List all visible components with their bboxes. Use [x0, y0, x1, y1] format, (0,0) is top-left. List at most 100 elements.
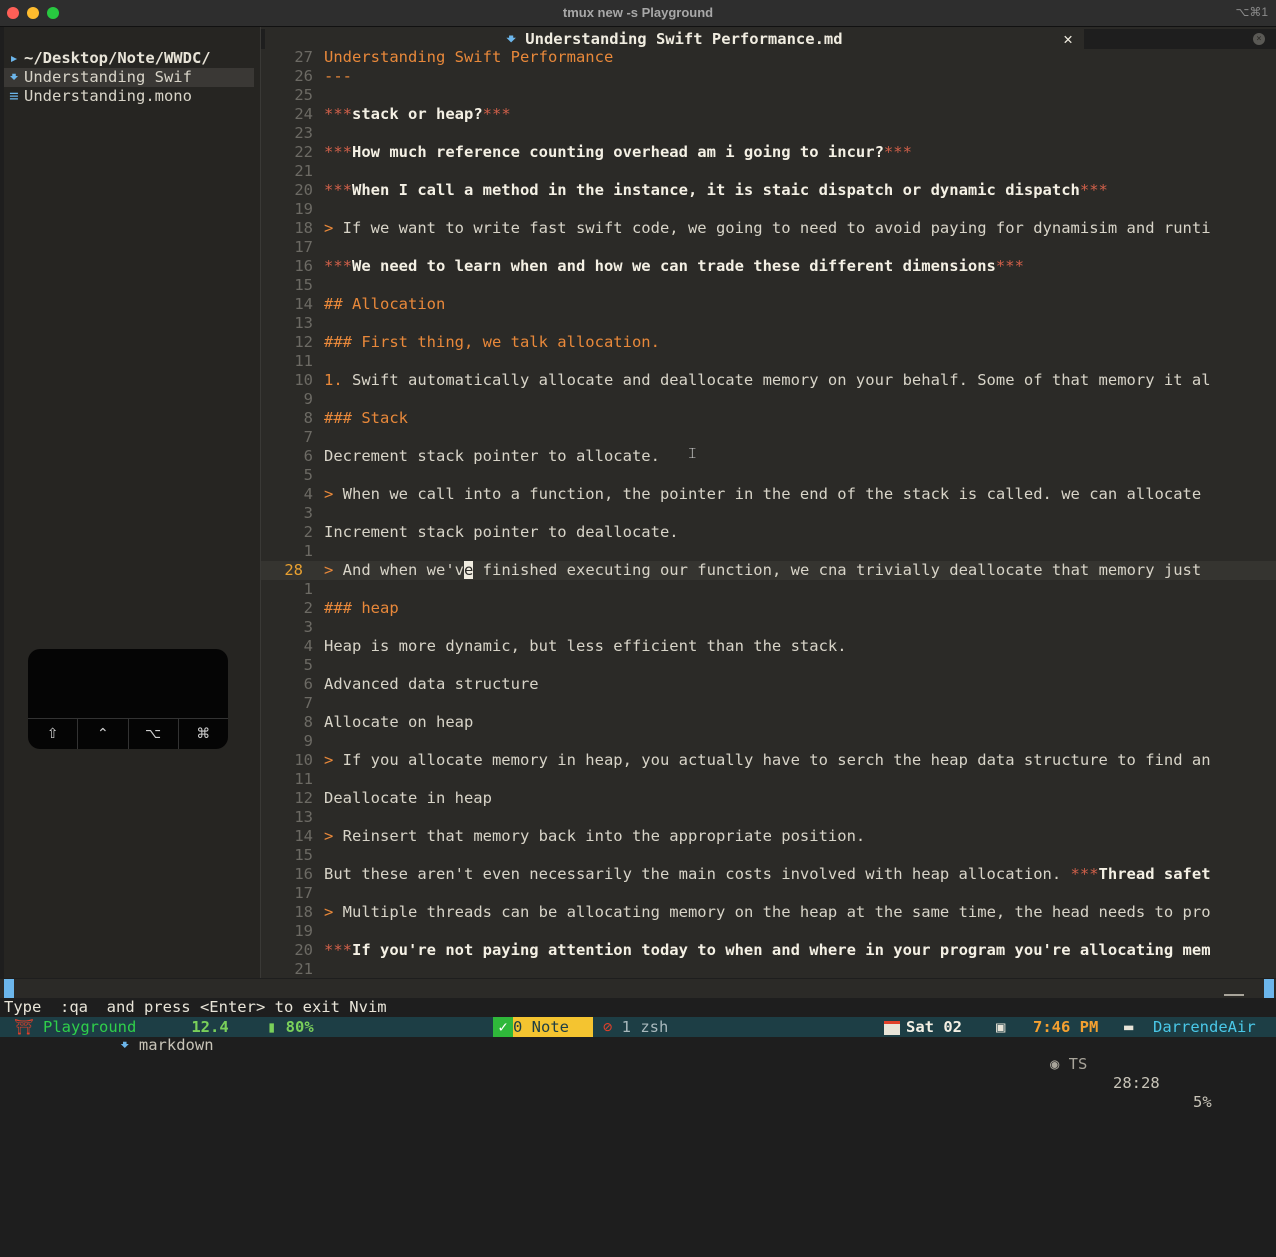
editor-line[interactable]: 19 [261, 922, 1276, 941]
line-number: 19 [294, 922, 313, 940]
line-number: 21 [294, 960, 313, 978]
editor-line[interactable]: 9 [261, 732, 1276, 751]
editor-line[interactable]: 10 1. Swift automatically allocate and de… [261, 371, 1276, 390]
line-text: Understanding Swift Performance [324, 48, 614, 66]
tree-file-item[interactable]: 🠻 Understanding Swif [4, 68, 254, 87]
line-text: > Reinsert that memory back into the app… [324, 827, 866, 845]
editor-line[interactable]: 5 [261, 466, 1276, 485]
editor-line[interactable]: 22 ***How much reference counting overhea… [261, 143, 1276, 162]
line-number: 27 [294, 48, 313, 66]
tabline-indicator-icon[interactable]: × [1253, 33, 1265, 45]
line-number: 10 [294, 371, 313, 389]
editor-line[interactable]: 1 [261, 580, 1276, 599]
editor-line[interactable]: 15 [261, 276, 1276, 295]
os-version: 12.4 [182, 1017, 228, 1037]
editor-line[interactable]: 1 [261, 542, 1276, 561]
statusline: ᚹ main 🠻 markdown ◉ TS 28:28 5% [0, 979, 1276, 1111]
option-key[interactable]: ⌥ [129, 719, 179, 749]
line-number: 14 [294, 827, 313, 845]
editor-line[interactable]: 2 Increment stack pointer to deallocate. [261, 523, 1276, 542]
line-number: 16 [294, 865, 313, 883]
editor-line[interactable]: 2 ### heap [261, 599, 1276, 618]
file-tree-sidebar: ▸ ~/Desktop/Note/WWDC/ 🠻 Understanding Swi… [4, 27, 260, 978]
battery-icon: ▮ [267, 1018, 286, 1036]
editor-line[interactable]: 5 [261, 656, 1276, 675]
editor-line[interactable]: 6 Advanced data structure [261, 675, 1276, 694]
tmux-window-label: 1 zsh [621, 1018, 669, 1036]
line-number: 19 [294, 200, 313, 218]
editor-pane[interactable]: 🠻 Understanding Swift Performance.md ✕ ×… [261, 27, 1276, 978]
editor-line[interactable]: 21 [261, 960, 1276, 978]
tree-file-item[interactable]: ≡ Understanding.mono [4, 87, 192, 106]
editor-line[interactable]: 8 Allocate on heap [261, 713, 1276, 732]
editor-line[interactable]: 9 [261, 390, 1276, 409]
line-number: 3 [303, 618, 313, 636]
editor-line[interactable]: 4 > When we call into a function, the poi… [261, 485, 1276, 504]
editor-line[interactable]: 4 Heap is more dynamic, but less efficien… [261, 637, 1276, 656]
editor-line[interactable]: 10 > If you allocate memory in heap, you … [261, 751, 1276, 770]
tmux-status-bar: ⛩ Playground 12.4 ▮ 80% ✓ 0 Note ⊘ 1 zsh… [0, 1017, 1276, 1037]
editor-line[interactable]: 12 ### First thing, we talk allocation. [261, 333, 1276, 352]
editor-line[interactable]: 12 Deallocate in heap [261, 789, 1276, 808]
date: Sat 02 [884, 1017, 962, 1037]
tmux-window-active[interactable]: 0 Note [513, 1017, 593, 1037]
scroll-percent: 5% [1193, 1093, 1212, 1111]
mouse-ibeam-cursor-icon: 𝙸 [687, 444, 698, 462]
editor-line[interactable]: 19 [261, 200, 1276, 219]
editor-line[interactable]: 16 But these aren't even necessarily the … [261, 865, 1276, 884]
editor-line[interactable]: 28 > And when we've finished executing ou… [261, 561, 1276, 580]
time: 7:46 PM [1033, 1018, 1099, 1036]
editor-line[interactable]: 18 > Multiple threads can be allocating m… [261, 903, 1276, 922]
editor-line[interactable]: 26 --- [261, 67, 1276, 86]
apple-icon [182, 1018, 191, 1036]
editor-line[interactable]: 17 [261, 238, 1276, 257]
window-check-icon: ✓ [493, 1017, 513, 1037]
editor-line[interactable]: 18 > If we want to write fast swift code,… [261, 219, 1276, 238]
line-number: 25 [294, 86, 313, 104]
line-number: 6 [303, 447, 313, 465]
editor-line[interactable]: 14 > Reinsert that memory back into the a… [261, 827, 1276, 846]
editor-line[interactable]: 7 [261, 428, 1276, 447]
tmux-session[interactable]: ⛩ Playground [14, 1017, 136, 1037]
editor-line[interactable]: 25 [261, 86, 1276, 105]
lsp-icon: ◉ [1050, 1055, 1069, 1073]
editor-line[interactable]: 7 [261, 694, 1276, 713]
line-text: Allocate on heap [324, 713, 474, 731]
command-key[interactable]: ⌘ [179, 719, 228, 749]
battery-label: 80% [285, 1018, 314, 1036]
editor-line[interactable]: 17 [261, 884, 1276, 903]
editor-line[interactable]: 16 ***We need to learn when and how we ca… [261, 257, 1276, 276]
editor-line[interactable]: 13 [261, 808, 1276, 827]
editor-line[interactable]: 27 Understanding Swift Performance [261, 48, 1276, 67]
line-number: 13 [294, 808, 313, 826]
editor-line[interactable]: 24 ***stack or heap?*** [261, 105, 1276, 124]
calendar-icon [884, 1020, 900, 1035]
tree-root-folder[interactable]: ▸ ~/Desktop/Note/WWDC/ [4, 49, 210, 68]
editor-line[interactable]: 13 [261, 314, 1276, 333]
command-line[interactable]: Type :qa and press <Enter> to exit Nvim [4, 998, 387, 1017]
shift-key[interactable]: ⇧ [28, 719, 79, 749]
editor-line[interactable]: 21 [261, 162, 1276, 181]
line-number: 6 [303, 675, 313, 693]
editor-line[interactable]: 20 ***If you're not paying attention toda… [261, 941, 1276, 960]
editor-line[interactable]: 6 Decrement stack pointer to allocate. [261, 447, 1276, 466]
editor-line[interactable]: 3 [261, 618, 1276, 637]
editor-line[interactable]: 14 ## Allocation [261, 295, 1276, 314]
torii-icon: ⛩ [14, 1018, 44, 1036]
editor-line[interactable]: 15 [261, 846, 1276, 865]
editor-line[interactable]: 11 [261, 352, 1276, 371]
editor-line[interactable]: 20 ***When I call a method in the instanc… [261, 181, 1276, 200]
tmux-window[interactable]: ⊘ 1 zsh [603, 1017, 668, 1037]
editor-line[interactable]: 11 [261, 770, 1276, 789]
editor-line[interactable]: 23 [261, 124, 1276, 143]
tab-active-file[interactable]: 🠻 Understanding Swift Performance.md [265, 29, 1084, 49]
clock-icon: ▣ [996, 1018, 1006, 1036]
editor-line[interactable]: 3 [261, 504, 1276, 523]
filetype-label: markdown [138, 1036, 214, 1054]
line-number: 12 [294, 333, 313, 351]
close-tab-icon[interactable]: ✕ [1058, 29, 1078, 49]
line-number: 15 [294, 276, 313, 294]
editor-line[interactable]: 8 ### Stack [261, 409, 1276, 428]
text-cursor: e [464, 561, 474, 579]
control-key[interactable]: ⌃ [78, 719, 129, 749]
